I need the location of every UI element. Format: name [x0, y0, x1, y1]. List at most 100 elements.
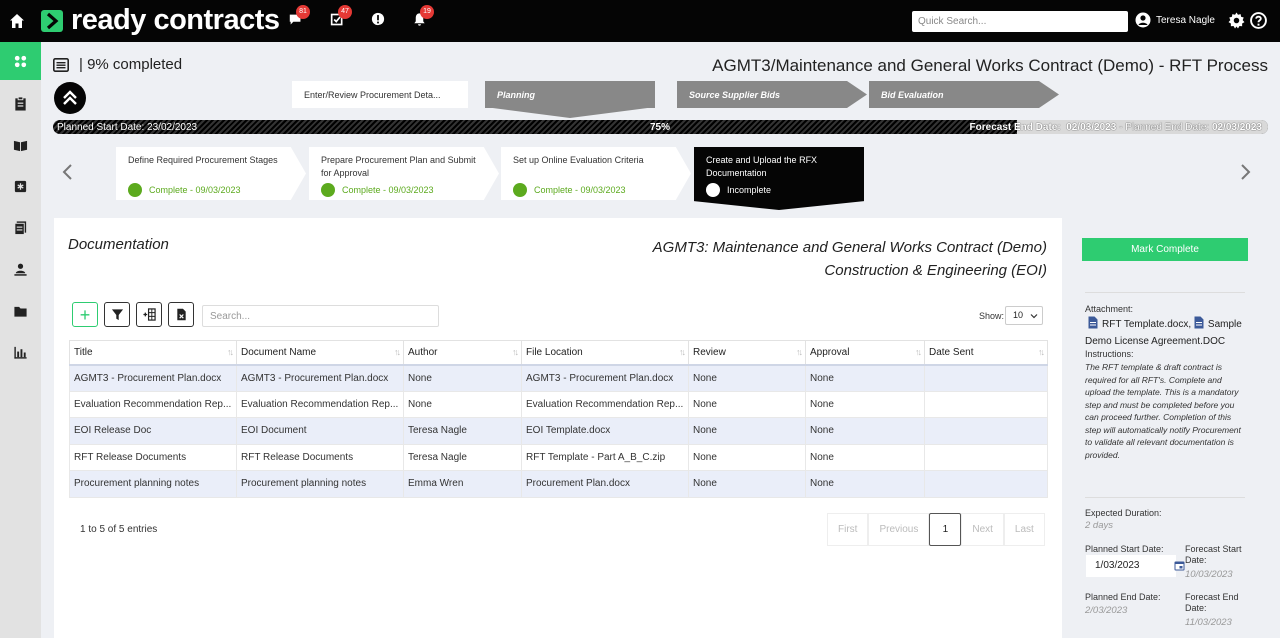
complete-status-icon: [321, 183, 335, 197]
attachment-continued[interactable]: Demo License Agreement.DOC: [1085, 336, 1225, 347]
add-document-button[interactable]: +: [72, 302, 98, 327]
planned-start-label: Planned Start Date:: [1085, 544, 1164, 554]
table-row[interactable]: RFT Release Documents RFT Release Documen…: [69, 443, 1048, 471]
pagination-previous[interactable]: Previous: [868, 513, 930, 546]
contract-heading: AGMT3: Maintenance and General Works Con…: [652, 239, 1047, 279]
step-define-stages[interactable]: Define Required Procurement Stages Compl…: [116, 147, 306, 200]
column-header-file-location[interactable]: File Location ↑↓: [521, 340, 689, 366]
calendar-icon[interactable]: [1174, 560, 1185, 571]
sidebar-item-documents[interactable]: [0, 208, 41, 246]
end-dates: Forecast End Date: 02/03/2023 - Planned …: [969, 122, 1262, 133]
step-evaluation-criteria[interactable]: Set up Online Evaluation Criteria Comple…: [501, 147, 691, 200]
mark-complete-button[interactable]: Mark Complete: [1082, 238, 1248, 261]
sidebar-item-suppliers[interactable]: [0, 250, 41, 288]
pagination-next[interactable]: Next: [961, 513, 1004, 546]
page-size-select[interactable]: 10: [1005, 306, 1043, 325]
step-upload-rfx[interactable]: Create and Upload the RFX Documentation …: [694, 147, 864, 210]
table-row[interactable]: AGMT3 - Procurement Plan.docx AGMT3 - Pro…: [69, 364, 1048, 392]
pagination-last[interactable]: Last: [1003, 513, 1045, 546]
stage-enter-review[interactable]: Enter/Review Procurement Deta...: [292, 81, 468, 108]
help-icon[interactable]: [1250, 12, 1267, 29]
section-title: Documentation: [68, 236, 169, 253]
sidebar-item-library[interactable]: [0, 126, 41, 164]
table-row[interactable]: EOI Release Doc EOI Document Teresa Nagle E…: [69, 417, 1048, 445]
sidebar-item-tasks[interactable]: [0, 84, 41, 122]
quick-search-input[interactable]: [912, 11, 1128, 32]
divider: [1085, 292, 1245, 293]
instructions-label: Instructions:: [1085, 349, 1134, 359]
step-prepare-plan[interactable]: Prepare Procurement Plan and Submit for …: [309, 147, 499, 200]
divider: [1085, 497, 1245, 498]
dashboard-icon: [14, 55, 27, 67]
messages-button[interactable]: 81: [288, 5, 310, 30]
documents-table: Title ↑↓ Document Name ↑↓ Author ↑↓ File Lo…: [69, 340, 1048, 498]
logo-mark-icon[interactable]: [41, 10, 63, 32]
messages-badge: 81: [296, 5, 310, 19]
logo-text[interactable]: ready contracts: [71, 4, 280, 37]
sidebar-item-folders[interactable]: [0, 292, 41, 330]
sort-icon: ↑↓: [796, 347, 803, 357]
chevron-left-icon[interactable]: [61, 163, 73, 181]
process-title: AGMT3/Maintenance and General Works Cont…: [712, 56, 1268, 75]
tasks-button[interactable]: 47: [330, 5, 352, 30]
user-name[interactable]: Teresa Nagle: [1156, 15, 1215, 26]
table-row[interactable]: Procurement planning notes Procurement pl…: [69, 470, 1048, 498]
filter-icon: [111, 309, 123, 321]
table-search-input[interactable]: [202, 305, 439, 327]
pagination-page-1[interactable]: 1: [929, 513, 962, 546]
sort-icon: ↑↓: [512, 347, 519, 357]
notifications-badge: 19: [420, 5, 434, 19]
entries-info: 1 to 5 of 5 entries: [80, 524, 158, 535]
sidebar-item-compliance[interactable]: [0, 167, 41, 205]
document-list-icon: [53, 58, 69, 72]
documentation-card: Documentation AGMT3: Maintenance and Gen…: [54, 218, 1062, 638]
column-header-approval[interactable]: Approval ↑↓: [805, 340, 925, 366]
sort-icon: ↑↓: [394, 347, 401, 357]
forecast-end-value: 11/03/2023: [1185, 617, 1232, 628]
planned-start-date-input[interactable]: 1/03/2023: [1086, 555, 1176, 577]
planned-end-value: 2/03/2023: [1085, 605, 1128, 616]
stage-planning[interactable]: Planning: [485, 81, 655, 108]
home-icon[interactable]: [9, 13, 25, 29]
forecast-start-label: Forecast Start Date:: [1185, 544, 1242, 565]
column-chooser-button[interactable]: [136, 302, 162, 327]
attachment-link-sample-license[interactable]: Sample: [1194, 316, 1242, 330]
attachment-link-rft-template[interactable]: RFT Template.docx,: [1088, 316, 1191, 330]
incomplete-status-icon: [706, 183, 720, 197]
insert-column-icon: [142, 308, 156, 321]
table-row[interactable]: Evaluation Recommendation Rep... Evaluati…: [69, 390, 1048, 418]
stage-source-supplier-bids[interactable]: Source Supplier Bids: [677, 81, 867, 108]
expected-duration-value: 2 days: [1085, 520, 1113, 531]
alerts-button[interactable]: [371, 12, 389, 30]
column-header-title[interactable]: Title ↑↓: [69, 340, 237, 366]
column-header-author[interactable]: Author ↑↓: [403, 340, 522, 366]
plus-icon: +: [79, 304, 91, 325]
collapse-button[interactable]: [54, 82, 86, 114]
double-chevron-up-icon: [63, 90, 77, 105]
column-header-review[interactable]: Review ↑↓: [688, 340, 806, 366]
filter-button[interactable]: [104, 302, 130, 327]
column-header-date-sent[interactable]: Date Sent ↑↓: [924, 340, 1048, 366]
sidebar-item-dashboard[interactable]: [0, 42, 41, 80]
gear-icon[interactable]: [1228, 12, 1245, 29]
sidebar-item-reports[interactable]: [0, 333, 41, 371]
pagination-first[interactable]: First: [827, 513, 869, 546]
percent-completed: | 9% completed: [79, 56, 183, 73]
column-header-document-name[interactable]: Document Name ↑↓: [236, 340, 404, 366]
top-bar: ready contracts 81 47 19 Teresa Nagle: [0, 0, 1280, 42]
user-avatar-icon[interactable]: [1135, 12, 1151, 28]
complete-status-icon: [513, 183, 527, 197]
stage-bid-evaluation[interactable]: Bid Evaluation: [869, 81, 1059, 108]
chevron-right-icon[interactable]: [1240, 163, 1252, 181]
notifications-button[interactable]: 19: [412, 5, 434, 30]
documents-icon: [14, 220, 27, 235]
complete-status-icon: [128, 183, 142, 197]
file-icon: [1088, 316, 1098, 329]
sort-icon: ↑↓: [227, 347, 234, 357]
open-book-icon: [13, 140, 28, 151]
bar-chart-icon: [14, 346, 27, 359]
forecast-end-label: Forecast End Date:: [1185, 592, 1239, 613]
attachments: RFT Template.docx, Sample: [1088, 316, 1248, 333]
export-button[interactable]: [168, 302, 194, 327]
table-header-row: Title ↑↓ Document Name ↑↓ Author ↑↓ File Lo…: [69, 340, 1048, 366]
